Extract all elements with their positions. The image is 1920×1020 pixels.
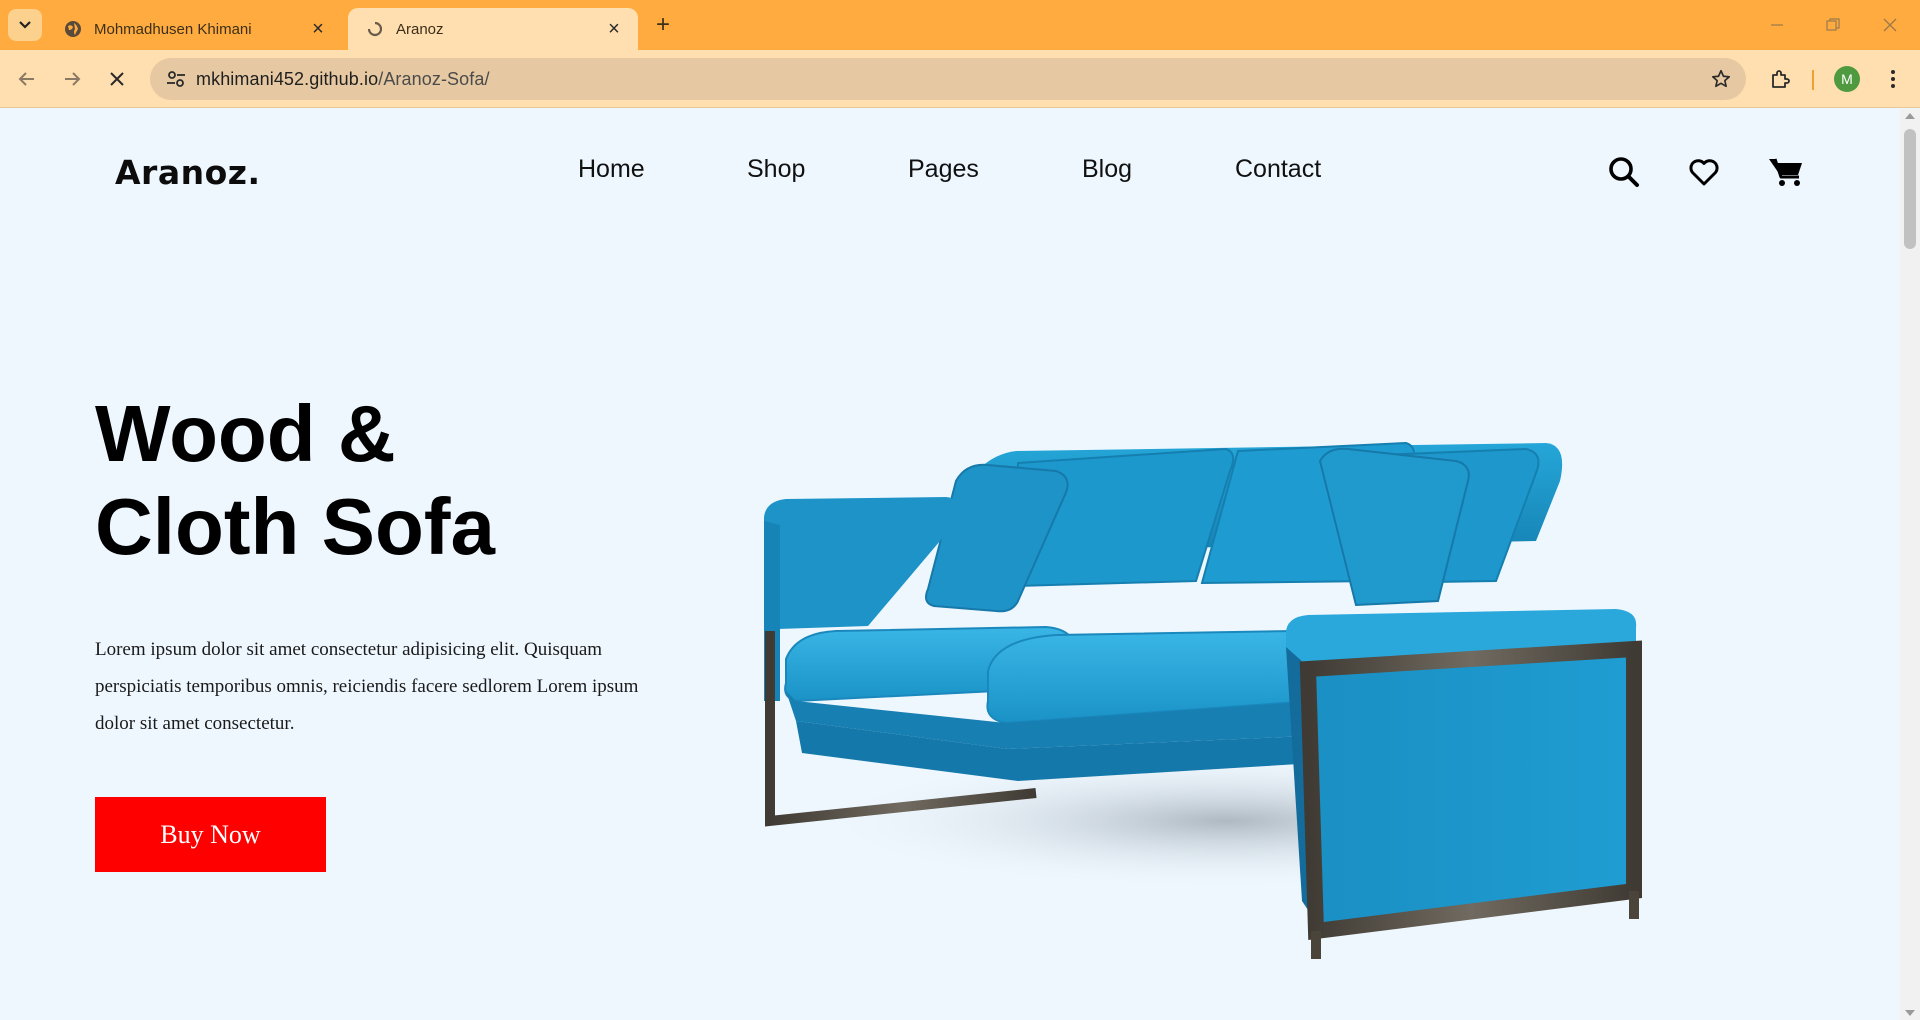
chevron-down-icon [19, 21, 31, 29]
extensions-puzzle-icon[interactable] [1766, 64, 1796, 94]
browser-tab-active[interactable]: Aranoz × [348, 8, 638, 50]
url-text: mkhimani452.github.io/Aranoz-Sofa/ [196, 69, 490, 90]
search-icon[interactable] [1606, 154, 1642, 190]
tab-search-button[interactable] [8, 9, 42, 41]
web-page: Aranoz. Home Shop Pages Blog Contact Woo… [0, 109, 1900, 1020]
url-path: /Aranoz-Sofa/ [378, 68, 490, 89]
bookmark-star-icon[interactable] [1710, 68, 1732, 90]
nav-link-home[interactable]: Home [578, 155, 645, 184]
scroll-down-arrow-icon[interactable] [1905, 1010, 1915, 1016]
minimize-window-icon[interactable] [1762, 12, 1792, 38]
nav-link-pages[interactable]: Pages [908, 155, 979, 184]
sofa-illustration [764, 441, 1646, 959]
site-logo[interactable]: Aranoz. [115, 153, 261, 192]
nav-link-shop[interactable]: Shop [747, 155, 805, 184]
hero-title: Wood & Cloth Sofa [95, 387, 495, 573]
close-tab-icon[interactable]: × [308, 19, 328, 39]
page-scrollbar[interactable] [1900, 109, 1920, 1020]
forward-arrow-icon[interactable] [55, 62, 89, 96]
buy-now-button[interactable]: Buy Now [95, 797, 326, 872]
site-info-icon[interactable] [156, 58, 196, 100]
scroll-up-arrow-icon[interactable] [1905, 113, 1915, 119]
close-window-icon[interactable] [1875, 12, 1905, 38]
nav-link-blog[interactable]: Blog [1082, 155, 1132, 184]
toolbar-divider [1812, 70, 1814, 90]
url-domain: mkhimani452.github.io [196, 68, 379, 89]
profile-avatar[interactable]: M [1834, 66, 1860, 92]
nav-link-contact[interactable]: Contact [1235, 155, 1321, 184]
close-tab-icon[interactable]: × [604, 19, 624, 39]
browser-tab-inactive[interactable]: Mohmadhusen Khimani × [46, 8, 342, 50]
hero-title-line1: Wood & [95, 389, 396, 478]
tab-title: Aranoz [396, 20, 444, 38]
hero-description: Lorem ipsum dolor sit amet consectetur a… [95, 639, 639, 734]
loading-spinner-icon [366, 20, 384, 38]
stop-loading-icon[interactable] [100, 62, 134, 96]
tab-title: Mohmadhusen Khimani [94, 20, 252, 38]
browser-toolbar: mkhimani452.github.io/Aranoz-Sofa/ M [0, 50, 1920, 108]
browser-tab-bar: Mohmadhusen Khimani × Aranoz × + [0, 0, 1920, 50]
restore-window-icon[interactable] [1818, 12, 1848, 38]
address-bar[interactable]: mkhimani452.github.io/Aranoz-Sofa/ [150, 58, 1746, 100]
back-arrow-icon[interactable] [10, 62, 44, 96]
globe-icon [64, 20, 82, 38]
heart-icon[interactable] [1686, 154, 1722, 190]
new-tab-plus-icon[interactable]: + [650, 12, 676, 38]
hero-title-line2: Cloth Sofa [95, 482, 495, 571]
cart-icon[interactable] [1768, 154, 1804, 190]
sofa-image [756, 401, 1656, 961]
browser-menu-icon[interactable] [1880, 64, 1906, 94]
scrollbar-thumb[interactable] [1904, 129, 1916, 249]
